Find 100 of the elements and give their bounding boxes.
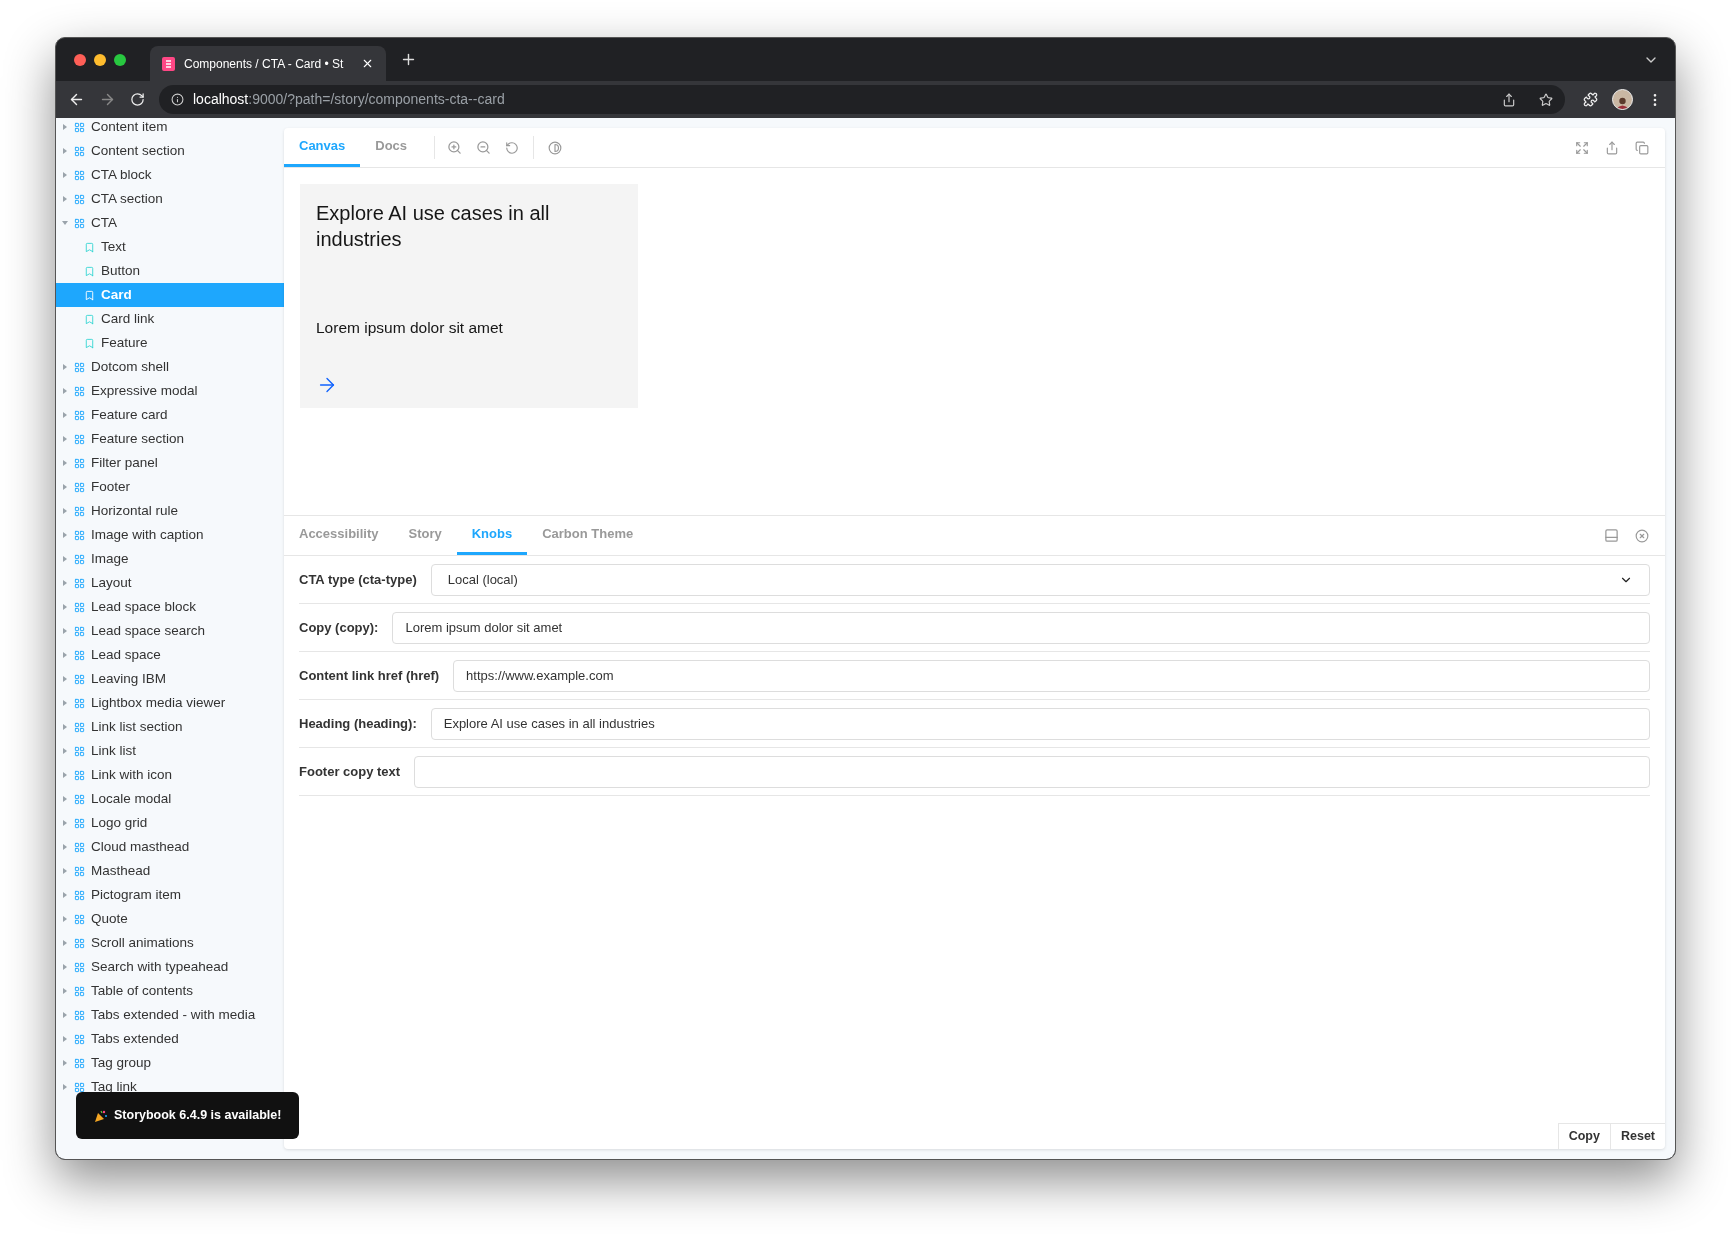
sidebar-item[interactable]: Lead space search <box>56 619 284 643</box>
bookmark-icon <box>84 313 95 325</box>
forward-icon[interactable] <box>99 91 116 108</box>
sidebar-item[interactable]: Lightbox media viewer <box>56 691 284 715</box>
caret-icon <box>62 916 68 922</box>
close-window-button[interactable] <box>74 53 86 66</box>
text-field[interactable] <box>414 755 1650 788</box>
sidebar-item[interactable]: Content item <box>56 118 284 139</box>
sidebar-item[interactable]: CTA section <box>56 187 284 211</box>
reset-zoom-icon[interactable] <box>505 140 520 155</box>
sidebar-item[interactable]: Image <box>56 547 284 571</box>
back-icon[interactable] <box>68 91 85 108</box>
component-icon <box>74 841 85 853</box>
sidebar-item[interactable]: Card link <box>56 307 284 331</box>
sidebar-item[interactable]: Scroll animations <box>56 931 284 955</box>
sidebar-item[interactable]: Lead space <box>56 643 284 667</box>
sidebar-item[interactable]: Leaving IBM <box>56 667 284 691</box>
sidebar-item[interactable]: Footer <box>56 475 284 499</box>
sidebar-item[interactable]: Table of contents <box>56 979 284 1003</box>
text-field[interactable]: Lorem ipsum dolor sit amet <box>392 611 1650 644</box>
sidebar-item[interactable]: Content section <box>56 139 284 163</box>
sidebar-item[interactable]: Pictogram item <box>56 883 284 907</box>
notification-text: Storybook 6.4.9 is available! <box>114 1107 282 1125</box>
component-icon <box>74 793 85 805</box>
tab-title: Components / CTA - Card • St <box>184 55 345 73</box>
component-icon <box>74 553 85 565</box>
sidebar-item[interactable]: Link with icon <box>56 763 284 787</box>
sidebar-item[interactable]: Search with typeahead <box>56 955 284 979</box>
component-icon <box>74 1057 85 1069</box>
sidebar-item[interactable]: Filter panel <box>56 451 284 475</box>
component-icon <box>74 385 85 397</box>
maximize-window-button[interactable] <box>114 53 126 66</box>
close-panel-icon[interactable] <box>1635 528 1649 543</box>
sidebar-item[interactable]: Text <box>56 235 284 259</box>
sidebar-item[interactable]: Feature section <box>56 427 284 451</box>
text-field[interactable]: Explore AI use cases in all industries <box>430 707 1650 740</box>
component-icon <box>74 361 85 373</box>
component-icon <box>74 601 85 613</box>
component-icon <box>74 649 85 661</box>
caret-icon <box>62 796 68 802</box>
field-label: Content link href (href) <box>299 666 440 685</box>
sidebar-item[interactable]: Locale modal <box>56 787 284 811</box>
sidebar-item[interactable]: Feature card <box>56 403 284 427</box>
fullscreen-icon[interactable] <box>1575 140 1589 155</box>
sidebar-item[interactable]: Cloud masthead <box>56 835 284 859</box>
sidebar-item[interactable]: Lead space block <box>56 595 284 619</box>
extensions-icon[interactable] <box>1583 92 1598 107</box>
contrast-icon[interactable] <box>548 140 563 155</box>
sidebar-item[interactable]: Button <box>56 259 284 283</box>
component-icon <box>74 505 85 517</box>
reload-icon[interactable] <box>130 92 145 107</box>
sidebar-item[interactable]: Tag group <box>56 1051 284 1075</box>
sidebar-item[interactable]: Link list section <box>56 715 284 739</box>
component-icon <box>74 865 85 877</box>
component-icon <box>74 169 85 181</box>
sidebar-item[interactable]: Horizontal rule <box>56 499 284 523</box>
sidebar-item[interactable]: Dotcom shell <box>56 355 284 379</box>
party-popper-icon <box>94 1108 108 1123</box>
sidebar-item[interactable]: Quote <box>56 907 284 931</box>
sidebar-item[interactable]: Expressive modal <box>56 379 284 403</box>
copy-icon[interactable] <box>1635 140 1649 155</box>
caret-icon <box>62 1084 68 1090</box>
new-tab-icon[interactable] <box>400 51 417 68</box>
sidebar-item[interactable]: Image with caption <box>56 523 284 547</box>
zoom-in-icon[interactable] <box>447 140 463 155</box>
component-icon <box>74 433 85 445</box>
sidebar-item[interactable]: Link list <box>56 739 284 763</box>
panel-layout-icon[interactable] <box>1604 528 1619 543</box>
zoom-out-icon[interactable] <box>476 140 492 155</box>
sidebar-item[interactable]: Logo grid <box>56 811 284 835</box>
sidebar-item[interactable]: Tabs extended - with media <box>56 1003 284 1027</box>
sidebar-item[interactable]: CTA <box>56 211 284 235</box>
text-field[interactable]: https://www.example.com <box>453 659 1650 692</box>
action-button[interactable]: Copy <box>1557 1123 1610 1149</box>
sidebar-item[interactable]: Masthead <box>56 859 284 883</box>
bookmark-star-icon[interactable] <box>1539 92 1553 107</box>
cta-card[interactable]: Explore AI use cases in all industries Lorem ipsum dolor sit amet <box>300 184 638 408</box>
browser-tab[interactable]: Components / CTA - Card • St <box>150 46 386 81</box>
caret-icon <box>62 988 68 994</box>
component-icon <box>74 481 85 493</box>
update-notification[interactable]: Storybook 6.4.9 is available! <box>76 1092 300 1139</box>
profile-avatar[interactable] <box>1612 89 1633 110</box>
sidebar-item[interactable]: CTA block <box>56 163 284 187</box>
caret-icon <box>62 772 68 778</box>
component-icon <box>74 913 85 925</box>
share-icon[interactable] <box>1502 92 1516 107</box>
select-field[interactable]: Local (local) <box>430 563 1650 596</box>
component-icon <box>74 145 85 157</box>
address-bar[interactable]: localhost:9000/?path=/story/components-cta--card <box>159 85 1565 114</box>
sidebar-item[interactable]: Tabs extended <box>56 1027 284 1051</box>
minimize-window-button[interactable] <box>94 53 106 66</box>
sidebar-item[interactable]: Feature <box>56 331 284 355</box>
sidebar-item[interactable]: Layout <box>56 571 284 595</box>
caret-icon <box>62 940 68 946</box>
component-icon <box>74 889 85 901</box>
action-button[interactable]: Reset <box>1609 1123 1665 1149</box>
close-icon[interactable] <box>361 57 374 70</box>
bookmark-icon <box>84 289 95 301</box>
bookmark-icon <box>84 265 95 277</box>
caret-icon <box>62 628 68 634</box>
